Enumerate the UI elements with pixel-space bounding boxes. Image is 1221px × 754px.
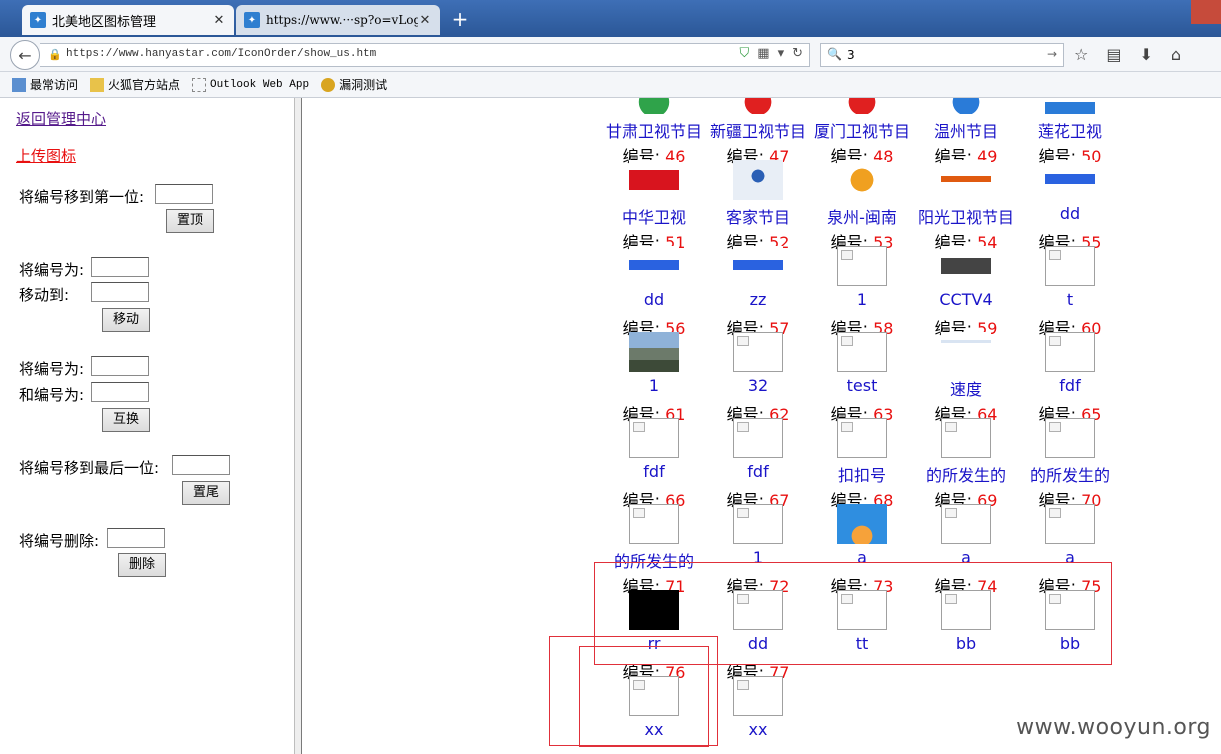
move-button[interactable]: 移动 [102,308,150,332]
search-box[interactable]: 🔍 3 → [820,43,1064,67]
annotation-box [579,646,709,747]
channel-logo-image [733,418,783,458]
icon-name: dd [1059,204,1081,223]
bookmark-icon [12,77,26,92]
back-to-admin-link[interactable]: 返回管理中心 [16,108,106,129]
move-last-label: 将编号移到最后一位: [19,459,160,477]
channel-logo-image [941,332,991,372]
channel-logo-image [733,98,783,114]
channel-logo-image [1045,504,1095,544]
swap-b-label: 和编号为: [19,386,85,404]
reading-list-icon[interactable]: ▤ [1106,45,1121,64]
tab-login[interactable]: ✦ https://www.···sp?o=vLogin ✕ [236,5,440,35]
close-tab-icon[interactable]: ✕ [418,13,432,28]
channel-logo-image [837,246,887,286]
channel-logo-image [837,160,887,200]
channel-logo-image [733,160,783,200]
channel-logo-image [1045,332,1095,372]
channel-logo-image [941,504,991,544]
channel-logo-image [1045,98,1095,114]
page-icon [192,77,207,92]
channel-logo-image [629,98,679,114]
navigation-bar: ← 🔒 https://www.hanyastar.com/IconOrder/… [0,37,1221,72]
bottom-button[interactable]: 置尾 [182,481,230,505]
move-first-label: 将编号移到第一位: [19,188,145,206]
dropdown-arrow-icon[interactable]: ▾ [778,46,785,61]
move-number-input[interactable] [91,257,149,277]
delete-label: 将编号删除: [19,532,100,550]
site-favicon: ✦ [30,12,46,28]
channel-logo-image [941,98,991,114]
icon-name: 的所发生的 [1029,466,1110,485]
bookmark-vuln-test[interactable]: 漏洞测试 [321,76,387,93]
back-arrow-icon[interactable]: ← [10,40,40,70]
swap-button[interactable]: 互换 [102,408,150,432]
top-button[interactable]: 置顶 [166,209,214,233]
search-icon: 🔍 [827,47,842,61]
tab-title: 北美地区图标管理 [52,14,157,30]
window-close-button[interactable] [1191,0,1221,24]
channel-logo-image [837,504,887,544]
admin-sidebar: 返回管理中心 上传图标 将编号移到第一位: 置顶 将编号为: 移动到: 移动 将… [8,98,294,754]
move-number-label: 将编号为: [19,261,85,279]
bookmark-outlook[interactable]: Outlook Web App [192,77,309,92]
bookmark-most-visited[interactable]: 最常访问 [12,76,78,93]
channel-logo-image [837,332,887,372]
shield-icon[interactable]: ⛉ [740,46,750,61]
channel-logo-image [733,504,783,544]
channel-logo-image [1045,246,1095,286]
bookmarks-bar: 最常访问 火狐官方站点 Outlook Web App 漏洞测试 [0,72,1221,98]
channel-logo-image [733,246,783,286]
channel-logo-image [733,676,783,716]
channel-logo-image [629,418,679,458]
site-favicon: ✦ [244,12,260,28]
channel-logo-image [629,160,679,200]
qr-code-icon[interactable]: ▦ [757,46,769,61]
swap-a-label: 将编号为: [19,360,85,378]
channel-logo-image [629,504,679,544]
move-to-label: 移动到: [19,286,70,304]
watermark: www.wooyun.org [1016,715,1211,740]
bookmark-firefox-site[interactable]: 火狐官方站点 [90,76,180,93]
address-bar[interactable]: 🔒 https://www.hanyastar.com/IconOrder/sh… [40,43,810,67]
search-input[interactable]: 3 [847,48,855,62]
icon-name: t [1066,290,1074,309]
url-text: https://www.hanyastar.com/IconOrder/show… [66,48,377,60]
icon-name: fdf [1059,376,1081,395]
channel-logo-image [837,98,887,114]
channel-logo-image [733,332,783,372]
swap-b-input[interactable] [91,382,149,402]
icon-name: 莲花卫视 [1037,122,1102,141]
close-tab-icon[interactable]: ✕ [212,13,226,28]
upload-icon-link[interactable]: 上传图标 [16,145,76,166]
move-last-input[interactable] [172,455,230,475]
tab-icon-management[interactable]: ✦ 北美地区图标管理 ✕ [22,5,234,35]
move-to-input[interactable] [91,282,149,302]
channel-logo-image [941,418,991,458]
search-go-icon[interactable]: → [1047,47,1057,61]
channel-logo-image [1045,418,1095,458]
tab-strip: ✦ 北美地区图标管理 ✕ ✦ https://www.···sp?o=vLogi… [0,0,1221,37]
download-icon[interactable]: ⬇ [1139,45,1152,64]
channel-logo-image [941,160,991,200]
new-tab-button[interactable]: + [448,8,472,32]
delete-input[interactable] [107,528,165,548]
swap-a-input[interactable] [91,356,149,376]
channel-logo-image [629,246,679,286]
home-icon[interactable]: ⌂ [1171,45,1181,64]
channel-logo-image [1045,160,1095,200]
lock-icon: 🔒 [48,48,62,61]
delete-button[interactable]: 删除 [118,553,166,577]
tab-title: https://www.···sp?o=vLogin [266,13,418,27]
page-content: 返回管理中心 上传图标 将编号移到第一位: 置顶 将编号为: 移动到: 移动 将… [0,98,1221,754]
reload-icon[interactable]: ↻ [792,46,803,61]
channel-logo-image [629,332,679,372]
bookmark-star-icon[interactable]: ☆ [1074,45,1088,64]
bee-icon [321,77,336,92]
channel-logo-image [837,418,887,458]
channel-logo-image [941,246,991,286]
move-first-input[interactable] [155,184,213,204]
folder-icon [90,77,105,92]
